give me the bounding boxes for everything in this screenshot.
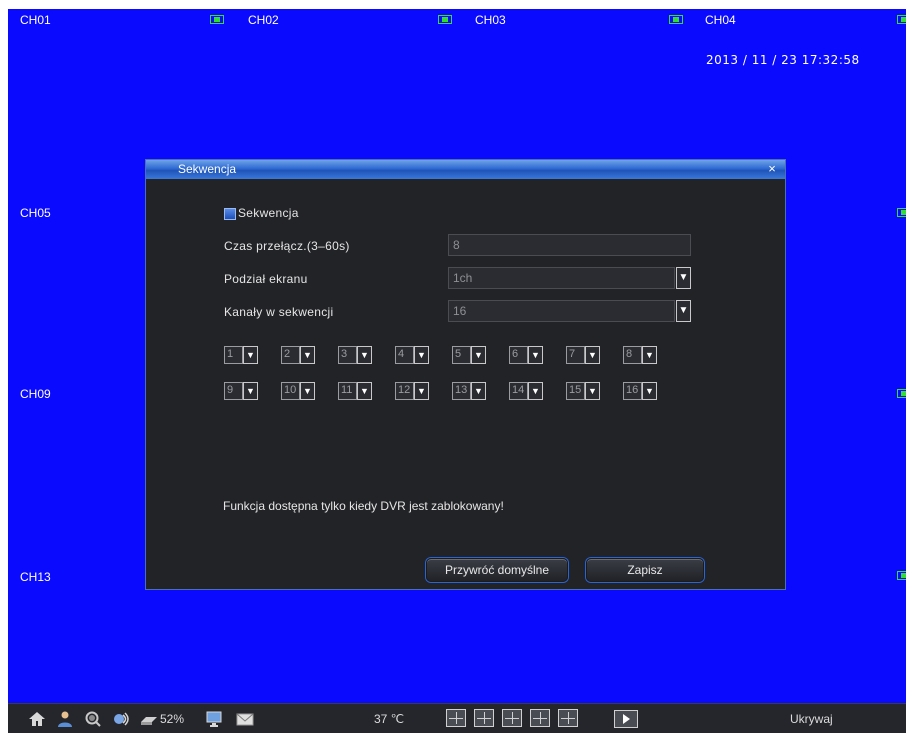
screen-split-label: Podział ekranu	[224, 272, 308, 286]
chevron-down-icon[interactable]: ▼	[357, 382, 372, 400]
hdd-icon	[141, 717, 157, 725]
sequence-slot-value: 8	[623, 346, 642, 364]
dialog-title: Sekwencja	[178, 162, 237, 176]
chevron-down-icon[interactable]: ▼	[642, 382, 657, 400]
monitor-icon[interactable]	[206, 710, 224, 728]
record-indicator-icon	[897, 571, 906, 580]
chevron-down-icon[interactable]: ▼	[414, 382, 429, 400]
sequence-dialog: Sekwencja × Sekwencja Czas przełącz.(3–6…	[145, 159, 786, 590]
sequence-slot-value: 1	[224, 346, 243, 364]
user-icon[interactable]	[56, 710, 74, 728]
sequence-enable-label: Sekwencja	[238, 206, 299, 220]
sequence-slot-value: 6	[509, 346, 528, 364]
sequence-slot-value: 14	[509, 382, 528, 400]
sequence-enable-checkbox[interactable]	[224, 208, 236, 220]
mail-icon[interactable]	[236, 710, 254, 728]
channel-label-ch01: CH01	[20, 13, 51, 27]
home-icon[interactable]	[28, 710, 46, 728]
network-icon[interactable]	[112, 710, 130, 728]
record-indicator-icon	[438, 15, 452, 24]
play-icon[interactable]	[614, 710, 638, 728]
channel-label-ch03: CH03	[475, 13, 506, 27]
restore-defaults-button[interactable]: Przywróć domyślne	[426, 558, 568, 582]
chevron-down-icon[interactable]: ▼	[676, 267, 691, 289]
record-indicator-icon	[897, 208, 906, 217]
chevron-down-icon[interactable]: ▼	[585, 346, 600, 364]
hide-taskbar-button[interactable]: Ukrywaj	[790, 712, 833, 726]
datetime-display: 2013 / 11 / 23 17:32:58	[706, 53, 860, 67]
sequence-slot-value: 9	[224, 382, 243, 400]
layout-1-icon[interactable]	[446, 709, 466, 727]
layout-9-icon[interactable]	[502, 709, 522, 727]
layout-4-icon[interactable]	[474, 709, 494, 727]
sequence-slot-value: 7	[566, 346, 585, 364]
temperature-text: 37 ℃	[374, 712, 405, 726]
channel-count-select[interactable]: 16	[448, 300, 675, 322]
lock-warning-text: Funkcja dostępna tylko kiedy DVR jest za…	[223, 499, 504, 513]
chevron-down-icon[interactable]: ▼	[528, 382, 543, 400]
sequence-slot-value: 11	[338, 382, 357, 400]
layout-16-icon[interactable]	[530, 709, 550, 727]
sequence-slot-value: 3	[338, 346, 357, 364]
taskbar: 52% 37 ℃ Ukrywaj	[8, 703, 906, 733]
chevron-down-icon[interactable]: ▼	[243, 346, 258, 364]
dialog-titlebar[interactable]: Sekwencja ×	[146, 160, 785, 179]
record-indicator-icon	[669, 15, 683, 24]
chevron-down-icon[interactable]: ▼	[642, 346, 657, 364]
sequence-slot-value: 16	[623, 382, 642, 400]
chevron-down-icon[interactable]: ▼	[300, 382, 315, 400]
save-button[interactable]: Zapisz	[586, 558, 704, 582]
chevron-down-icon[interactable]: ▼	[471, 382, 486, 400]
sequence-slot-value: 12	[395, 382, 414, 400]
hdd-usage-text: 52%	[160, 712, 185, 726]
sequence-slot-value: 4	[395, 346, 414, 364]
search-icon[interactable]	[84, 710, 102, 728]
layout-all-icon[interactable]	[558, 709, 578, 727]
chevron-down-icon[interactable]: ▼	[414, 346, 429, 364]
chevron-down-icon[interactable]: ▼	[243, 382, 258, 400]
chevron-down-icon[interactable]: ▼	[300, 346, 315, 364]
sequence-slot-value: 15	[566, 382, 585, 400]
record-indicator-icon	[897, 389, 906, 398]
chevron-down-icon[interactable]: ▼	[528, 346, 543, 364]
chevron-down-icon[interactable]: ▼	[471, 346, 486, 364]
sequence-slot-value: 5	[452, 346, 471, 364]
record-indicator-icon	[897, 15, 906, 24]
close-icon[interactable]: ×	[765, 162, 779, 176]
channel-label-ch02: CH02	[248, 13, 279, 27]
channel-label-ch13: CH13	[20, 570, 51, 584]
sequence-slot-value: 10	[281, 382, 300, 400]
chevron-down-icon[interactable]: ▼	[676, 300, 691, 322]
channel-label-ch09: CH09	[20, 387, 51, 401]
chevron-down-icon[interactable]: ▼	[585, 382, 600, 400]
sequence-slot-value: 13	[452, 382, 471, 400]
channel-label-ch05: CH05	[20, 206, 51, 220]
dwell-time-label: Czas przełącz.(3–60s)	[224, 239, 350, 253]
chevron-down-icon[interactable]: ▼	[357, 346, 372, 364]
dwell-time-input[interactable]: 8	[448, 234, 691, 256]
record-indicator-icon	[210, 15, 224, 24]
live-view-screen: CH01 CH02 CH03 CH04 2013 / 11 / 23 17:32…	[8, 9, 906, 733]
channel-count-label: Kanały w sekwencji	[224, 305, 334, 319]
channel-label-ch04: CH04	[705, 13, 736, 27]
screen-split-select[interactable]: 1ch	[448, 267, 675, 289]
sequence-slot-value: 2	[281, 346, 300, 364]
